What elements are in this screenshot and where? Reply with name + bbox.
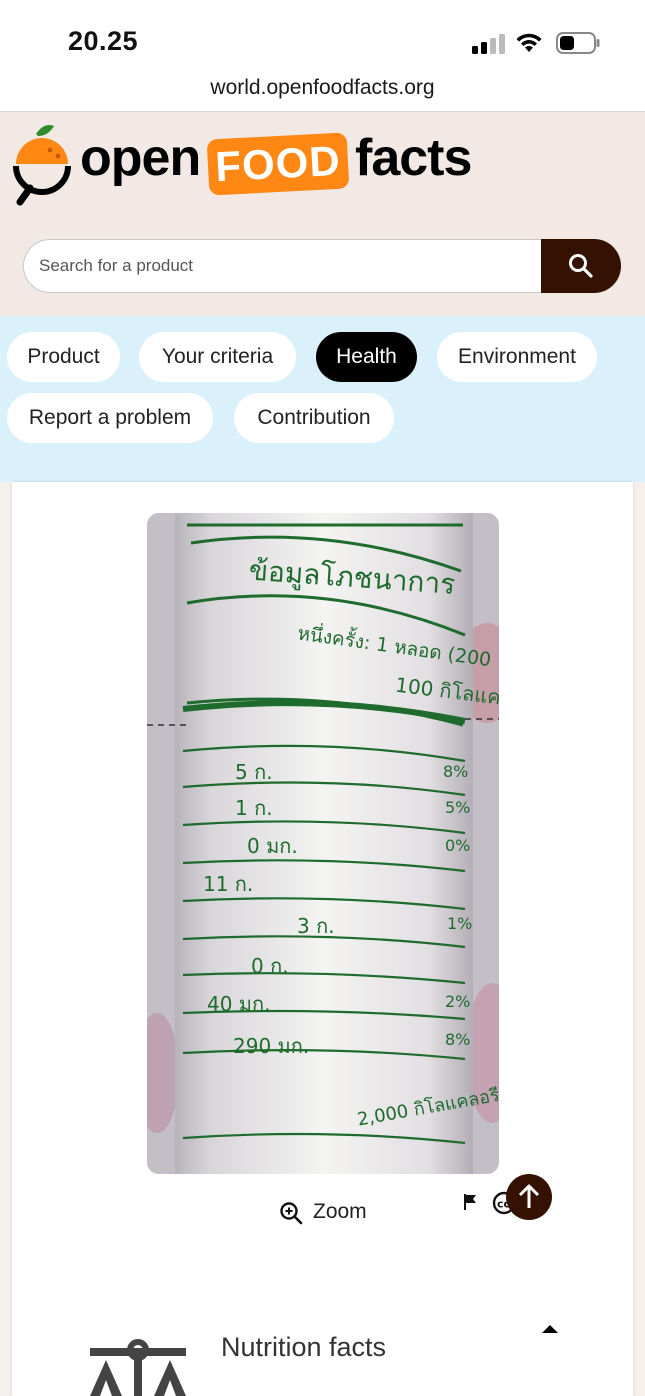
search-button[interactable] [541, 239, 621, 293]
report-flag-icon[interactable] [463, 1193, 479, 1211]
label-pct-sat: 5% [445, 798, 470, 817]
label-pct-b: 8% [445, 1030, 470, 1049]
product-section-tabs: Product Your criteria Health Environment… [0, 316, 645, 482]
label-pct-chol: 0% [445, 836, 470, 855]
tab-environment[interactable]: Environment [437, 332, 597, 382]
label-cholesterol: 0 มก. [247, 834, 298, 858]
tab-your-criteria[interactable]: Your criteria [139, 332, 296, 382]
tab-health[interactable]: Health [316, 332, 417, 382]
collapse-caret-icon[interactable] [542, 1325, 558, 1333]
label-protein: 11 ก. [203, 872, 253, 896]
logo-text-facts: facts [355, 129, 472, 187]
arrow-up-icon [518, 1184, 540, 1208]
search-bar [23, 239, 623, 293]
search-icon [569, 254, 593, 278]
label-fat: 5 ก. [235, 760, 273, 784]
status-bar: 20.25 [0, 0, 645, 70]
scroll-to-top-button[interactable] [506, 1174, 552, 1220]
label-sugar: 0 ก. [251, 954, 289, 978]
nutrition-label-drawing: ข้อมูลโภชนาการ หนึ่งครั้ง: 1 หลอด (200 1… [147, 513, 499, 1174]
logo-text-open: open [80, 129, 201, 187]
browser-url-bar[interactable]: world.openfoodfacts.org [0, 70, 645, 112]
nutrition-label-photo[interactable]: ข้อมูลโภชนาการ หนึ่งครั้ง: 1 หลอด (200 1… [147, 513, 499, 1174]
status-time: 20.25 [68, 26, 139, 56]
openfoodfacts-logo[interactable]: open FOOD facts [10, 122, 480, 206]
label-sodium-b: 290 มก. [233, 1034, 309, 1058]
logo-text-food: FOOD [214, 136, 342, 191]
orange-magnifier-logo-icon [13, 125, 71, 206]
label-pct-fat: 8% [443, 762, 468, 781]
label-pct-carb: 1% [447, 914, 472, 933]
zoom-label: Zoom [313, 1200, 367, 1223]
search-input[interactable] [23, 239, 545, 293]
tab-product[interactable]: Product [7, 332, 120, 382]
scale-balance-icon [90, 1339, 186, 1396]
nutrition-facts-heading[interactable]: Nutrition facts [221, 1332, 386, 1363]
tab-report-a-problem[interactable]: Report a problem [7, 393, 213, 443]
cellular-signal-icon [472, 34, 506, 54]
tab-contribution[interactable]: Contribution [234, 393, 394, 443]
wifi-icon [516, 33, 542, 52]
label-pct-a: 2% [445, 992, 470, 1011]
label-sat-fat: 1 ก. [235, 796, 273, 820]
label-sodium-a: 40 มก. [207, 992, 270, 1016]
label-carb: 3 ก. [297, 914, 335, 938]
logo-food-badge: FOOD [206, 132, 350, 196]
battery-icon [556, 32, 600, 54]
zoom-in-icon [280, 1202, 303, 1225]
